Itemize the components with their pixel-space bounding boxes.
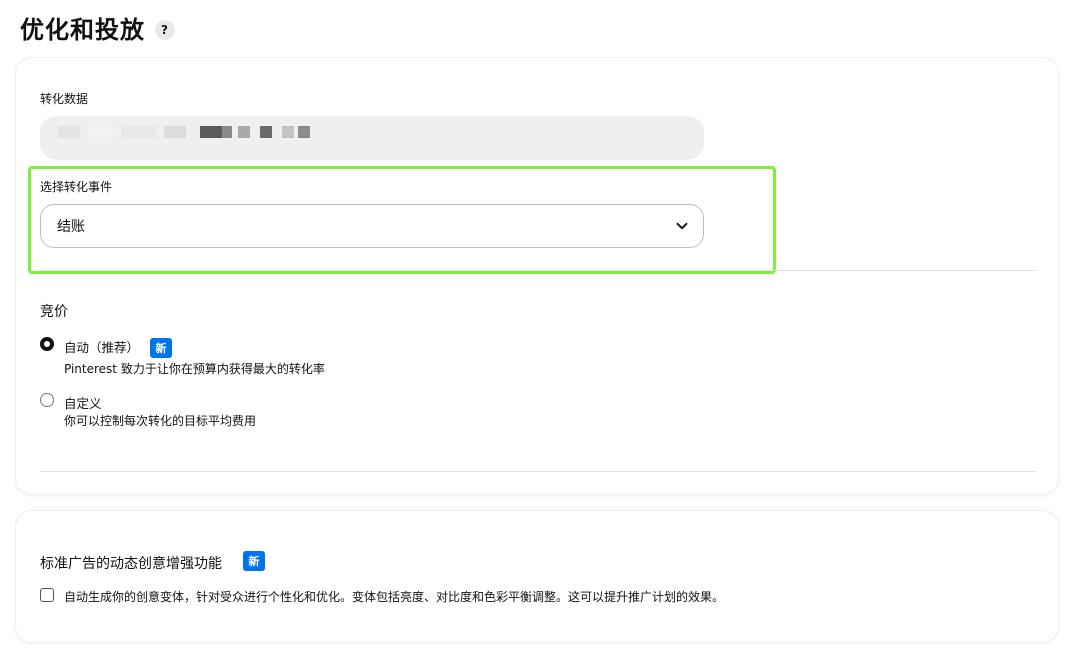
conversion-data-pixel-field <box>40 116 704 160</box>
conversion-event-label: 选择转化事件 <box>40 180 113 194</box>
bidding-auto-radio[interactable] <box>40 337 54 351</box>
bidding-auto-description: Pinterest 致力于让你在预算内获得最大的转化率 <box>64 362 325 376</box>
dynamic-creative-checkbox[interactable] <box>40 588 54 602</box>
section-divider <box>40 471 1036 472</box>
page-title-text: 优化和投放 <box>20 16 145 44</box>
bidding-heading: 竞价 <box>40 304 68 320</box>
conversion-data-label: 转化数据 <box>40 92 89 106</box>
new-badge: 新 <box>243 551 265 571</box>
help-icon[interactable]: ? <box>155 19 175 40</box>
page-title: 优化和投放 ? <box>20 10 175 45</box>
dynamic-creative-heading: 标准广告的动态创意增强功能 <box>40 556 222 572</box>
dynamic-creative-checkbox-label[interactable]: 自动生成你的创意变体，针对受众进行个性化和优化。变体包括亮度、对比度和色彩平衡调… <box>64 588 724 605</box>
dynamic-creative-card <box>16 511 1058 642</box>
chevron-down-icon <box>676 222 688 230</box>
new-badge: 新 <box>150 338 172 358</box>
bidding-custom-radio[interactable] <box>40 393 54 407</box>
conversion-event-select[interactable]: 结账 <box>40 204 704 248</box>
bidding-custom-title: 自定义 <box>64 396 102 411</box>
bidding-auto-title: 自动（推荐） <box>64 340 140 355</box>
section-divider <box>40 270 1036 271</box>
conversion-event-selected-value: 结账 <box>57 219 85 235</box>
bidding-custom-description: 你可以控制每次转化的目标平均费用 <box>64 414 257 428</box>
